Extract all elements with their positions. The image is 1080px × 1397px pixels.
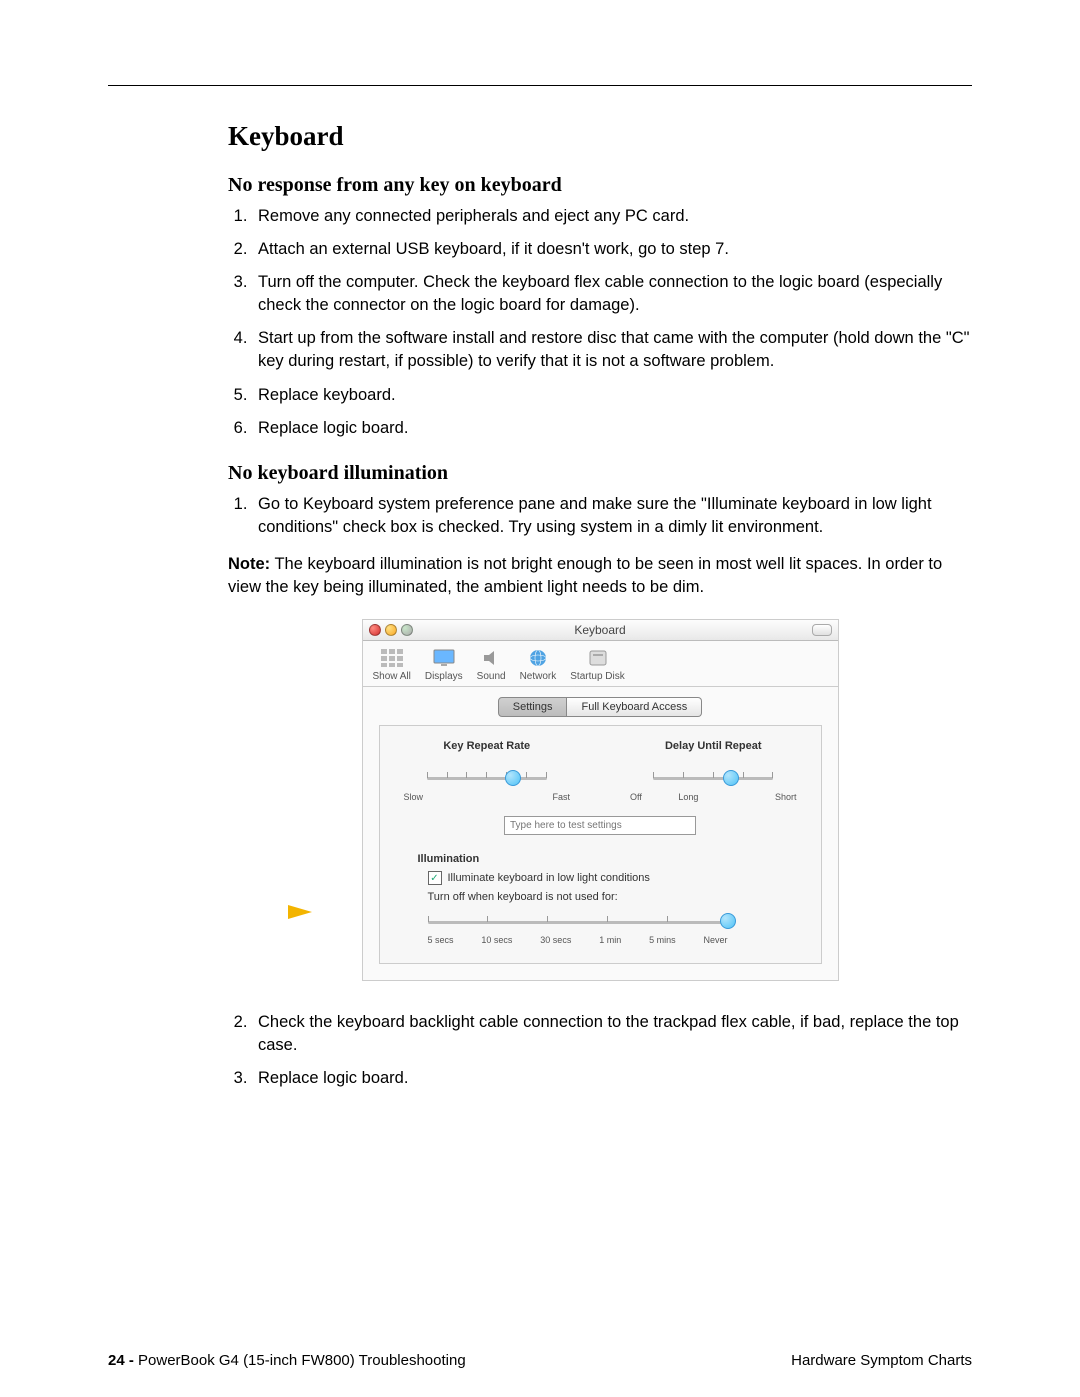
illuminate-checkbox-row[interactable]: ✓ Illuminate keyboard in low light condi… xyxy=(428,871,797,885)
subsection-no-response: No response from any key on keyboard xyxy=(228,174,972,197)
slider-long-label: Long xyxy=(678,792,698,802)
footer-right: Hardware Symptom Charts xyxy=(791,1352,972,1369)
window-title: Keyboard xyxy=(363,623,838,637)
slider-off-label: Off xyxy=(630,792,642,802)
step: Turn off the computer. Check the keyboar… xyxy=(252,271,972,317)
globe-icon xyxy=(524,647,552,669)
step: Replace keyboard. xyxy=(252,384,972,407)
toolbar-label: Sound xyxy=(477,671,506,682)
delay-repeat-group: Delay Until Repeat Off Long Short xyxy=(630,740,797,802)
timeout-tick: 10 secs xyxy=(481,935,512,945)
note-text: Note: The keyboard illumination is not b… xyxy=(228,553,972,599)
timeout-slider[interactable] xyxy=(428,911,728,933)
callout-arrow-icon xyxy=(288,905,312,919)
toolbar-label: Show All xyxy=(373,671,411,682)
step: Check the keyboard backlight cable conne… xyxy=(252,1011,972,1057)
toolbar-startup-disk[interactable]: Startup Disk xyxy=(570,647,624,682)
step: Go to Keyboard system preference pane an… xyxy=(252,493,972,539)
disk-icon xyxy=(584,647,612,669)
toolbar-label: Displays xyxy=(425,671,463,682)
step: Start up from the software install and r… xyxy=(252,327,972,373)
timeout-tick: 5 secs xyxy=(428,935,454,945)
speaker-icon xyxy=(477,647,505,669)
slider-short-label: Short xyxy=(775,792,797,802)
window-titlebar: Keyboard xyxy=(363,620,838,641)
step: Remove any connected peripherals and eje… xyxy=(252,205,972,228)
page-footer: 24 - PowerBook G4 (15-inch FW800) Troubl… xyxy=(108,1352,972,1369)
settings-pane: Key Repeat Rate Slow Fast Delay Until Re… xyxy=(379,725,822,964)
toolbar-toggle-button[interactable] xyxy=(812,624,832,636)
window-traffic-lights[interactable] xyxy=(369,624,413,636)
timeout-labels: 5 secs 10 secs 30 secs 1 min 5 mins Neve… xyxy=(428,935,728,945)
grid-icon xyxy=(378,647,406,669)
tab-settings[interactable]: Settings xyxy=(498,697,568,717)
doc-title: PowerBook G4 (15-inch FW800) Troubleshoo… xyxy=(138,1352,466,1369)
page-rule xyxy=(108,85,972,86)
checkbox-icon[interactable]: ✓ xyxy=(428,871,442,885)
timeout-tick: 1 min xyxy=(599,935,621,945)
content-column: Keyboard No response from any key on key… xyxy=(228,121,972,1090)
prefpane-toolbar: Show All Displays Sound xyxy=(363,641,838,687)
illuminate-checkbox-label: Illuminate keyboard in low light conditi… xyxy=(448,872,650,884)
step: Replace logic board. xyxy=(252,1067,972,1090)
section-title: Keyboard xyxy=(228,121,972,152)
timeout-tick: Never xyxy=(703,935,727,945)
steps-no-response: Remove any connected peripherals and eje… xyxy=(228,205,972,440)
key-repeat-slider[interactable] xyxy=(427,768,547,788)
turn-off-label: Turn off when keyboard is not used for: xyxy=(428,891,797,903)
subsection-no-illum: No keyboard illumination xyxy=(228,462,972,485)
illumination-heading: Illumination xyxy=(418,853,797,865)
step: Attach an external USB keyboard, if it d… xyxy=(252,238,972,261)
minimize-icon[interactable] xyxy=(385,624,397,636)
timeout-tick: 5 mins xyxy=(649,935,676,945)
close-icon[interactable] xyxy=(369,624,381,636)
key-repeat-label: Key Repeat Rate xyxy=(404,740,571,752)
tab-full-keyboard-access[interactable]: Full Keyboard Access xyxy=(567,697,702,717)
note-body: The keyboard illumination is not bright … xyxy=(228,555,942,596)
toolbar-label: Network xyxy=(520,671,557,682)
slider-min-label: Slow xyxy=(404,792,424,802)
prefpane-screenshot: Keyboard Show All Displays xyxy=(362,619,839,981)
zoom-icon[interactable] xyxy=(401,624,413,636)
steps-no-illum-pre: Go to Keyboard system preference pane an… xyxy=(228,493,972,539)
test-settings-input[interactable] xyxy=(504,816,696,835)
slider-max-label: Fast xyxy=(552,792,570,802)
delay-repeat-slider[interactable] xyxy=(653,768,773,788)
toolbar-displays[interactable]: Displays xyxy=(425,647,463,682)
page-number: 24 - xyxy=(108,1352,138,1369)
steps-no-illum-post: Check the keyboard backlight cable conne… xyxy=(228,1011,972,1090)
toolbar-label: Startup Disk xyxy=(570,671,624,682)
footer-left: 24 - PowerBook G4 (15-inch FW800) Troubl… xyxy=(108,1352,466,1369)
display-icon xyxy=(430,647,458,669)
step: Replace logic board. xyxy=(252,417,972,440)
toolbar-show-all[interactable]: Show All xyxy=(373,647,411,682)
timeout-tick: 30 secs xyxy=(540,935,571,945)
toolbar-network[interactable]: Network xyxy=(520,647,557,682)
key-repeat-group: Key Repeat Rate Slow Fast xyxy=(404,740,571,802)
document-page: Keyboard No response from any key on key… xyxy=(0,0,1080,1397)
tab-bar: Settings Full Keyboard Access xyxy=(363,697,838,717)
toolbar-sound[interactable]: Sound xyxy=(477,647,506,682)
delay-repeat-label: Delay Until Repeat xyxy=(630,740,797,752)
note-label: Note: xyxy=(228,555,270,573)
